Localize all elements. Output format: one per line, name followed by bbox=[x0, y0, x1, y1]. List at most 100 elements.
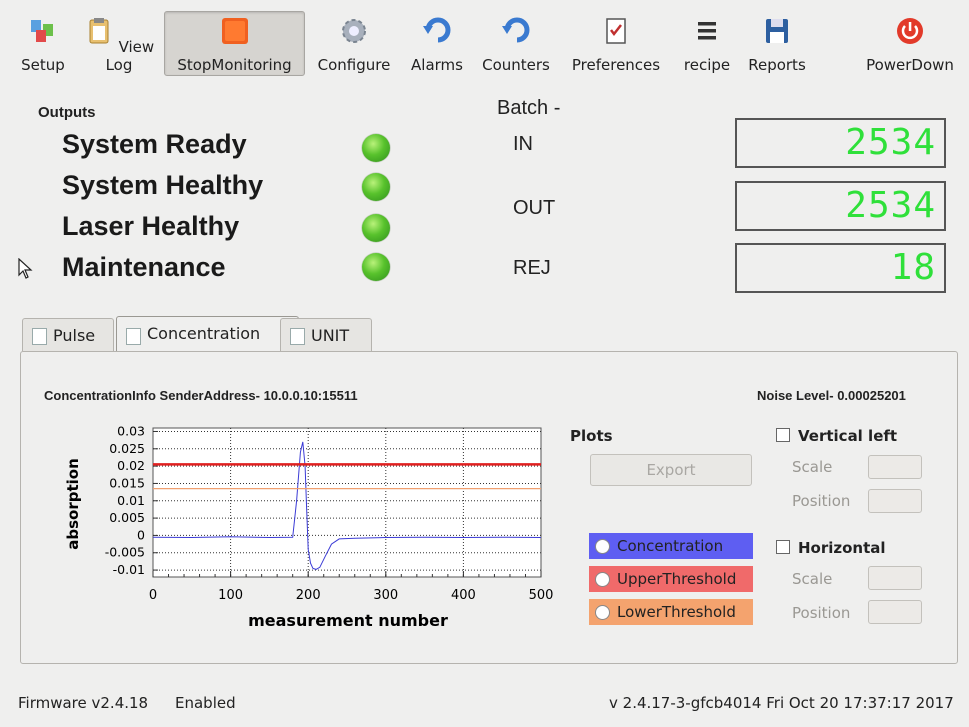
configure-button[interactable]: Configure bbox=[312, 12, 396, 74]
chart-tab-icon bbox=[126, 328, 141, 345]
view-log-button[interactable]: View Log bbox=[80, 12, 158, 74]
power-icon bbox=[897, 18, 923, 44]
laser-healthy-led bbox=[362, 214, 390, 242]
vertical-left-checkbox[interactable]: Vertical left bbox=[776, 427, 897, 445]
horizontal-label: Horizontal bbox=[798, 539, 886, 557]
clipboard-icon bbox=[89, 18, 109, 44]
system-ready-led bbox=[362, 134, 390, 162]
save-icon bbox=[766, 19, 788, 43]
legend-lower-threshold-label: LowerThreshold bbox=[617, 603, 736, 621]
mouse-pointer-icon bbox=[18, 258, 33, 279]
counters-label: Counters bbox=[482, 56, 550, 74]
tab-unit-label: UNIT bbox=[311, 326, 350, 345]
output-label-maintenance: Maintenance bbox=[62, 252, 226, 282]
pulse-tab-icon bbox=[32, 328, 47, 345]
recipe-label: recipe bbox=[683, 56, 731, 74]
radio-icon bbox=[595, 605, 610, 620]
legend-concentration[interactable]: Concentration bbox=[589, 533, 753, 559]
out-label: OUT bbox=[513, 197, 556, 219]
x-tick-label: 100 bbox=[218, 588, 243, 603]
vertical-position-label: Position bbox=[792, 492, 851, 510]
reports-label: Reports bbox=[748, 56, 806, 74]
y-tick-label: -0.01 bbox=[113, 562, 145, 577]
y-axis-label: absorption bbox=[64, 458, 82, 550]
tab-unit[interactable]: UNIT bbox=[280, 318, 372, 351]
stop-monitoring-button[interactable]: StopMonitoring bbox=[164, 11, 305, 76]
vertical-left-label: Vertical left bbox=[798, 427, 898, 445]
setup-label: Setup bbox=[21, 56, 65, 74]
menu-icon bbox=[698, 22, 716, 40]
output-label-laser-healthy: Laser Healthy bbox=[62, 211, 240, 241]
x-tick-label: 300 bbox=[373, 588, 398, 603]
x-tick-label: 0 bbox=[149, 588, 157, 603]
checklist-icon bbox=[606, 18, 626, 44]
firmware-status: Firmware v2.4.18 bbox=[18, 694, 149, 712]
y-tick-label: 0.015 bbox=[109, 475, 145, 490]
y-tick-label: -0.005 bbox=[105, 545, 145, 560]
y-tick-label: 0 bbox=[137, 527, 145, 542]
tab-concentration-label: Concentration bbox=[147, 324, 261, 343]
x-axis-label: measurement number bbox=[248, 611, 448, 630]
legend-upper-threshold[interactable]: UpperThreshold bbox=[589, 566, 753, 592]
y-tick-label: 0.005 bbox=[109, 510, 145, 525]
horizontal-checkbox[interactable]: Horizontal bbox=[776, 539, 886, 557]
stop-monitoring-label: StopMonitoring bbox=[177, 56, 292, 74]
concentration-chart: 0.030.0250.020.0150.010.0050-0.005-0.01 … bbox=[64, 423, 554, 630]
tab-concentration[interactable]: Concentration bbox=[116, 316, 299, 352]
legend-concentration-label: Concentration bbox=[617, 537, 724, 555]
sender-address-info: ConcentrationInfo SenderAddress- 10.0.0.… bbox=[44, 388, 358, 403]
checkbox-box bbox=[776, 428, 790, 442]
reports-button[interactable]: Reports bbox=[743, 12, 811, 74]
plots-title: Plots bbox=[570, 427, 613, 445]
output-label-system-ready: System Ready bbox=[62, 129, 247, 159]
output-label-system-healthy: System Healthy bbox=[62, 170, 264, 200]
horizontal-scale-label: Scale bbox=[792, 570, 833, 588]
x-tick-label: 500 bbox=[529, 588, 554, 603]
outputs-title: Outputs bbox=[38, 104, 96, 121]
radio-icon bbox=[595, 539, 610, 554]
out-counter-display: 2534 bbox=[735, 181, 946, 231]
preferences-button[interactable]: Preferences bbox=[564, 12, 668, 74]
vertical-position-input[interactable] bbox=[868, 489, 922, 513]
radio-icon bbox=[595, 572, 610, 587]
alarms-button[interactable]: Alarms bbox=[406, 12, 468, 74]
alarms-label: Alarms bbox=[411, 56, 463, 74]
toolbar: Setup View Log StopMonitoring Configure … bbox=[0, 0, 969, 78]
power-down-button[interactable]: PowerDown bbox=[858, 12, 962, 74]
export-button[interactable]: Export bbox=[590, 454, 752, 486]
stop-icon bbox=[221, 18, 248, 44]
setup-button[interactable]: Setup bbox=[16, 12, 70, 74]
preferences-label: Preferences bbox=[571, 56, 661, 74]
y-tick-label: 0.025 bbox=[109, 441, 145, 456]
counters-button[interactable]: Counters bbox=[477, 12, 555, 74]
vertical-scale-label: Scale bbox=[792, 458, 833, 476]
chart-tab-icon bbox=[290, 328, 305, 345]
noise-level-info: Noise Level- 0.00025201 bbox=[757, 388, 906, 403]
setup-icon bbox=[31, 20, 53, 42]
legend-lower-threshold[interactable]: LowerThreshold bbox=[589, 599, 753, 625]
rej-counter-display: 18 bbox=[735, 243, 946, 293]
x-tick-label: 200 bbox=[296, 588, 321, 603]
y-tick-label: 0.01 bbox=[117, 493, 145, 508]
in-label: IN bbox=[513, 133, 533, 155]
vertical-scale-input[interactable] bbox=[868, 455, 922, 479]
version-status: v 2.4.17-3-gfcb4014 Fri Oct 20 17:37:17 … bbox=[609, 694, 954, 712]
system-healthy-led bbox=[362, 173, 390, 201]
horizontal-position-input[interactable] bbox=[868, 600, 922, 624]
enabled-status: Enabled bbox=[175, 694, 236, 712]
power-down-label: PowerDown bbox=[866, 56, 954, 74]
horizontal-scale-input[interactable] bbox=[868, 566, 922, 590]
x-tick-labels: 0 100 200 300 400 500 bbox=[149, 588, 554, 603]
y-tick-label: 0.02 bbox=[117, 458, 145, 473]
in-counter-display: 2534 bbox=[735, 118, 946, 168]
tab-pulse[interactable]: Pulse bbox=[22, 318, 114, 351]
undo-arrow-icon bbox=[502, 17, 530, 43]
configure-label: Configure bbox=[317, 56, 391, 74]
undo-arrow-icon bbox=[423, 17, 451, 43]
recipe-button[interactable]: recipe bbox=[679, 12, 735, 74]
plot-area bbox=[152, 427, 542, 578]
tab-pulse-label: Pulse bbox=[53, 326, 96, 345]
x-tick-label: 400 bbox=[451, 588, 476, 603]
y-tick-labels: 0.03 0.025 0.02 0.015 0.01 0.005 0 -0.005 -0.01 bbox=[105, 423, 145, 577]
rej-label: REJ bbox=[513, 257, 551, 279]
